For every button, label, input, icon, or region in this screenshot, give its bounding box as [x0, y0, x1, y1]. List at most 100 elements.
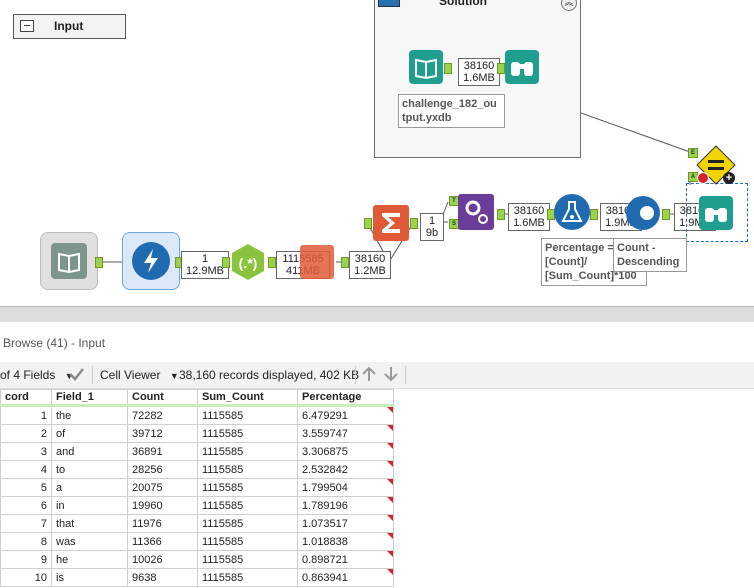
field1-cell[interactable]: and [51, 442, 128, 461]
browse-tool[interactable] [699, 196, 733, 230]
sum-count-cell[interactable]: 1115585 [197, 496, 298, 515]
sum-count-cell[interactable]: 1115585 [197, 442, 298, 461]
percentage-cell[interactable]: 1.799504 [297, 478, 394, 497]
output-anchor[interactable] [95, 257, 103, 268]
field1-cell[interactable]: in [51, 496, 128, 515]
sum-count-cell[interactable]: 1115585 [197, 424, 298, 443]
percentage-cell[interactable]: 1.789196 [297, 496, 394, 515]
output-anchor[interactable] [662, 209, 670, 220]
input-container[interactable]: Input [13, 14, 126, 39]
output-anchor[interactable] [590, 209, 598, 220]
percentage-cell[interactable]: 2.532842 [297, 460, 394, 479]
table-row[interactable]: 10 is 9638 1115585 0.863941 [0, 568, 394, 587]
field1-cell[interactable]: of [51, 424, 128, 443]
download-tool[interactable] [122, 232, 180, 290]
record-cell[interactable]: 6 [0, 496, 52, 515]
record-size: 1.2MB [354, 265, 386, 277]
record-cell[interactable]: 10 [0, 568, 52, 587]
percentage-cell[interactable]: 0.898721 [297, 550, 394, 569]
input-tool[interactable] [40, 232, 98, 290]
count-cell[interactable]: 9638 [127, 568, 198, 587]
count-cell[interactable]: 11976 [127, 514, 198, 533]
sum-count-cell[interactable]: 1115585 [197, 568, 298, 587]
column-header-percentage[interactable]: Percentage [297, 389, 394, 407]
field1-cell[interactable]: the [51, 405, 128, 425]
field1-cell[interactable]: he [51, 550, 128, 569]
column-header-sum-count[interactable]: Sum_Count [197, 389, 298, 407]
checkmark-icon[interactable] [67, 365, 85, 386]
toolbar-divider [355, 366, 356, 384]
sum-count-cell[interactable]: 1115585 [197, 405, 298, 425]
table-row[interactable]: 4 to 28256 1115585 2.532842 [0, 460, 394, 479]
regex-tool[interactable]: (.*) [229, 243, 267, 281]
table-row[interactable]: 5 a 20075 1115585 1.799504 [0, 478, 394, 497]
record-cell[interactable]: 5 [0, 478, 52, 497]
record-cell[interactable]: 4 [0, 460, 52, 479]
add-input-icon[interactable]: + [723, 172, 735, 184]
percentage-cell[interactable]: 1.018838 [297, 532, 394, 551]
browse-tool-solution[interactable] [505, 50, 539, 84]
table-row[interactable]: 6 in 19960 1115585 1.789196 [0, 496, 394, 515]
input-anchor[interactable] [364, 218, 372, 229]
sum-count-cell[interactable]: 1115585 [197, 478, 298, 497]
collapse-icon[interactable]: ︽ [561, 0, 577, 11]
field1-cell[interactable]: is [51, 568, 128, 587]
scroll-up-icon[interactable] [361, 365, 377, 386]
record-cell[interactable]: 7 [0, 514, 52, 533]
sum-count-cell[interactable]: 1115585 [197, 460, 298, 479]
scroll-down-icon[interactable] [383, 365, 399, 386]
record-cell[interactable]: 1 [0, 405, 52, 425]
column-header-count[interactable]: Count [127, 389, 198, 407]
table-row[interactable]: 3 and 36891 1115585 3.306875 [0, 442, 394, 461]
percentage-cell[interactable]: 1.073517 [297, 514, 394, 533]
record-cell[interactable]: 9 [0, 550, 52, 569]
percentage-cell[interactable]: 3.306875 [297, 442, 394, 461]
panel-splitter[interactable] [0, 306, 754, 323]
sum-count-cell[interactable]: 1115585 [197, 514, 298, 533]
count-cell[interactable]: 39712 [127, 424, 198, 443]
container-icon [20, 20, 34, 32]
column-header-record[interactable]: cord [0, 389, 52, 407]
sum-count-cell[interactable]: 1115585 [197, 550, 298, 569]
output-anchor[interactable] [410, 218, 418, 229]
fields-selector[interactable]: of 4 Fields ▼ [0, 368, 74, 382]
count-cell[interactable]: 11366 [127, 532, 198, 551]
workflow-canvas[interactable]: Input Solution ︽ 38160 1.6MB challenge_1… [0, 0, 754, 306]
count-cell[interactable]: 10026 [127, 550, 198, 569]
percentage-cell[interactable]: 3.559747 [297, 424, 394, 443]
table-row[interactable]: 8 was 11366 1115585 1.018838 [0, 532, 394, 551]
count-cell[interactable]: 19960 [127, 496, 198, 515]
record-cell[interactable]: 2 [0, 424, 52, 443]
record-cell[interactable]: 3 [0, 442, 52, 461]
record-cell[interactable]: 8 [0, 532, 52, 551]
summarize-tool[interactable] [373, 205, 409, 241]
field1-cell[interactable]: was [51, 532, 128, 551]
field1-cell[interactable]: that [51, 514, 128, 533]
output-anchor[interactable] [444, 63, 452, 74]
field1-cell[interactable]: to [51, 460, 128, 479]
lightning-icon [132, 242, 170, 280]
percentage-cell[interactable]: 0.863941 [297, 568, 394, 587]
count-cell[interactable]: 28256 [127, 460, 198, 479]
count-cell[interactable]: 20075 [127, 478, 198, 497]
input-anchor[interactable] [497, 63, 505, 74]
sum-count-cell[interactable]: 1115585 [197, 532, 298, 551]
count-cell[interactable]: 72282 [127, 405, 198, 425]
field1-cell[interactable]: a [51, 478, 128, 497]
sort-tool[interactable] [626, 196, 660, 230]
table-row[interactable]: 1 the 72282 1115585 6.479291 [0, 405, 394, 425]
column-header-field1[interactable]: Field_1 [51, 389, 128, 407]
table-row[interactable]: 2 of 39712 1115585 3.559747 [0, 424, 394, 443]
summarize-tool-shadow[interactable] [300, 245, 334, 279]
output-anchor[interactable] [268, 257, 276, 268]
table-row[interactable]: 7 that 11976 1115585 1.073517 [0, 514, 394, 533]
count-cell[interactable]: 36891 [127, 442, 198, 461]
append-fields-tool[interactable] [458, 194, 494, 230]
book-input-tool[interactable] [409, 50, 443, 84]
cell-viewer-dropdown[interactable]: Cell Viewer ▼ [100, 368, 179, 382]
percentage-cell[interactable]: 6.479291 [297, 405, 394, 425]
formula-tool[interactable] [554, 194, 590, 230]
input-anchor[interactable] [341, 257, 349, 268]
output-anchor[interactable] [497, 209, 505, 220]
table-row[interactable]: 9 he 10026 1115585 0.898721 [0, 550, 394, 569]
